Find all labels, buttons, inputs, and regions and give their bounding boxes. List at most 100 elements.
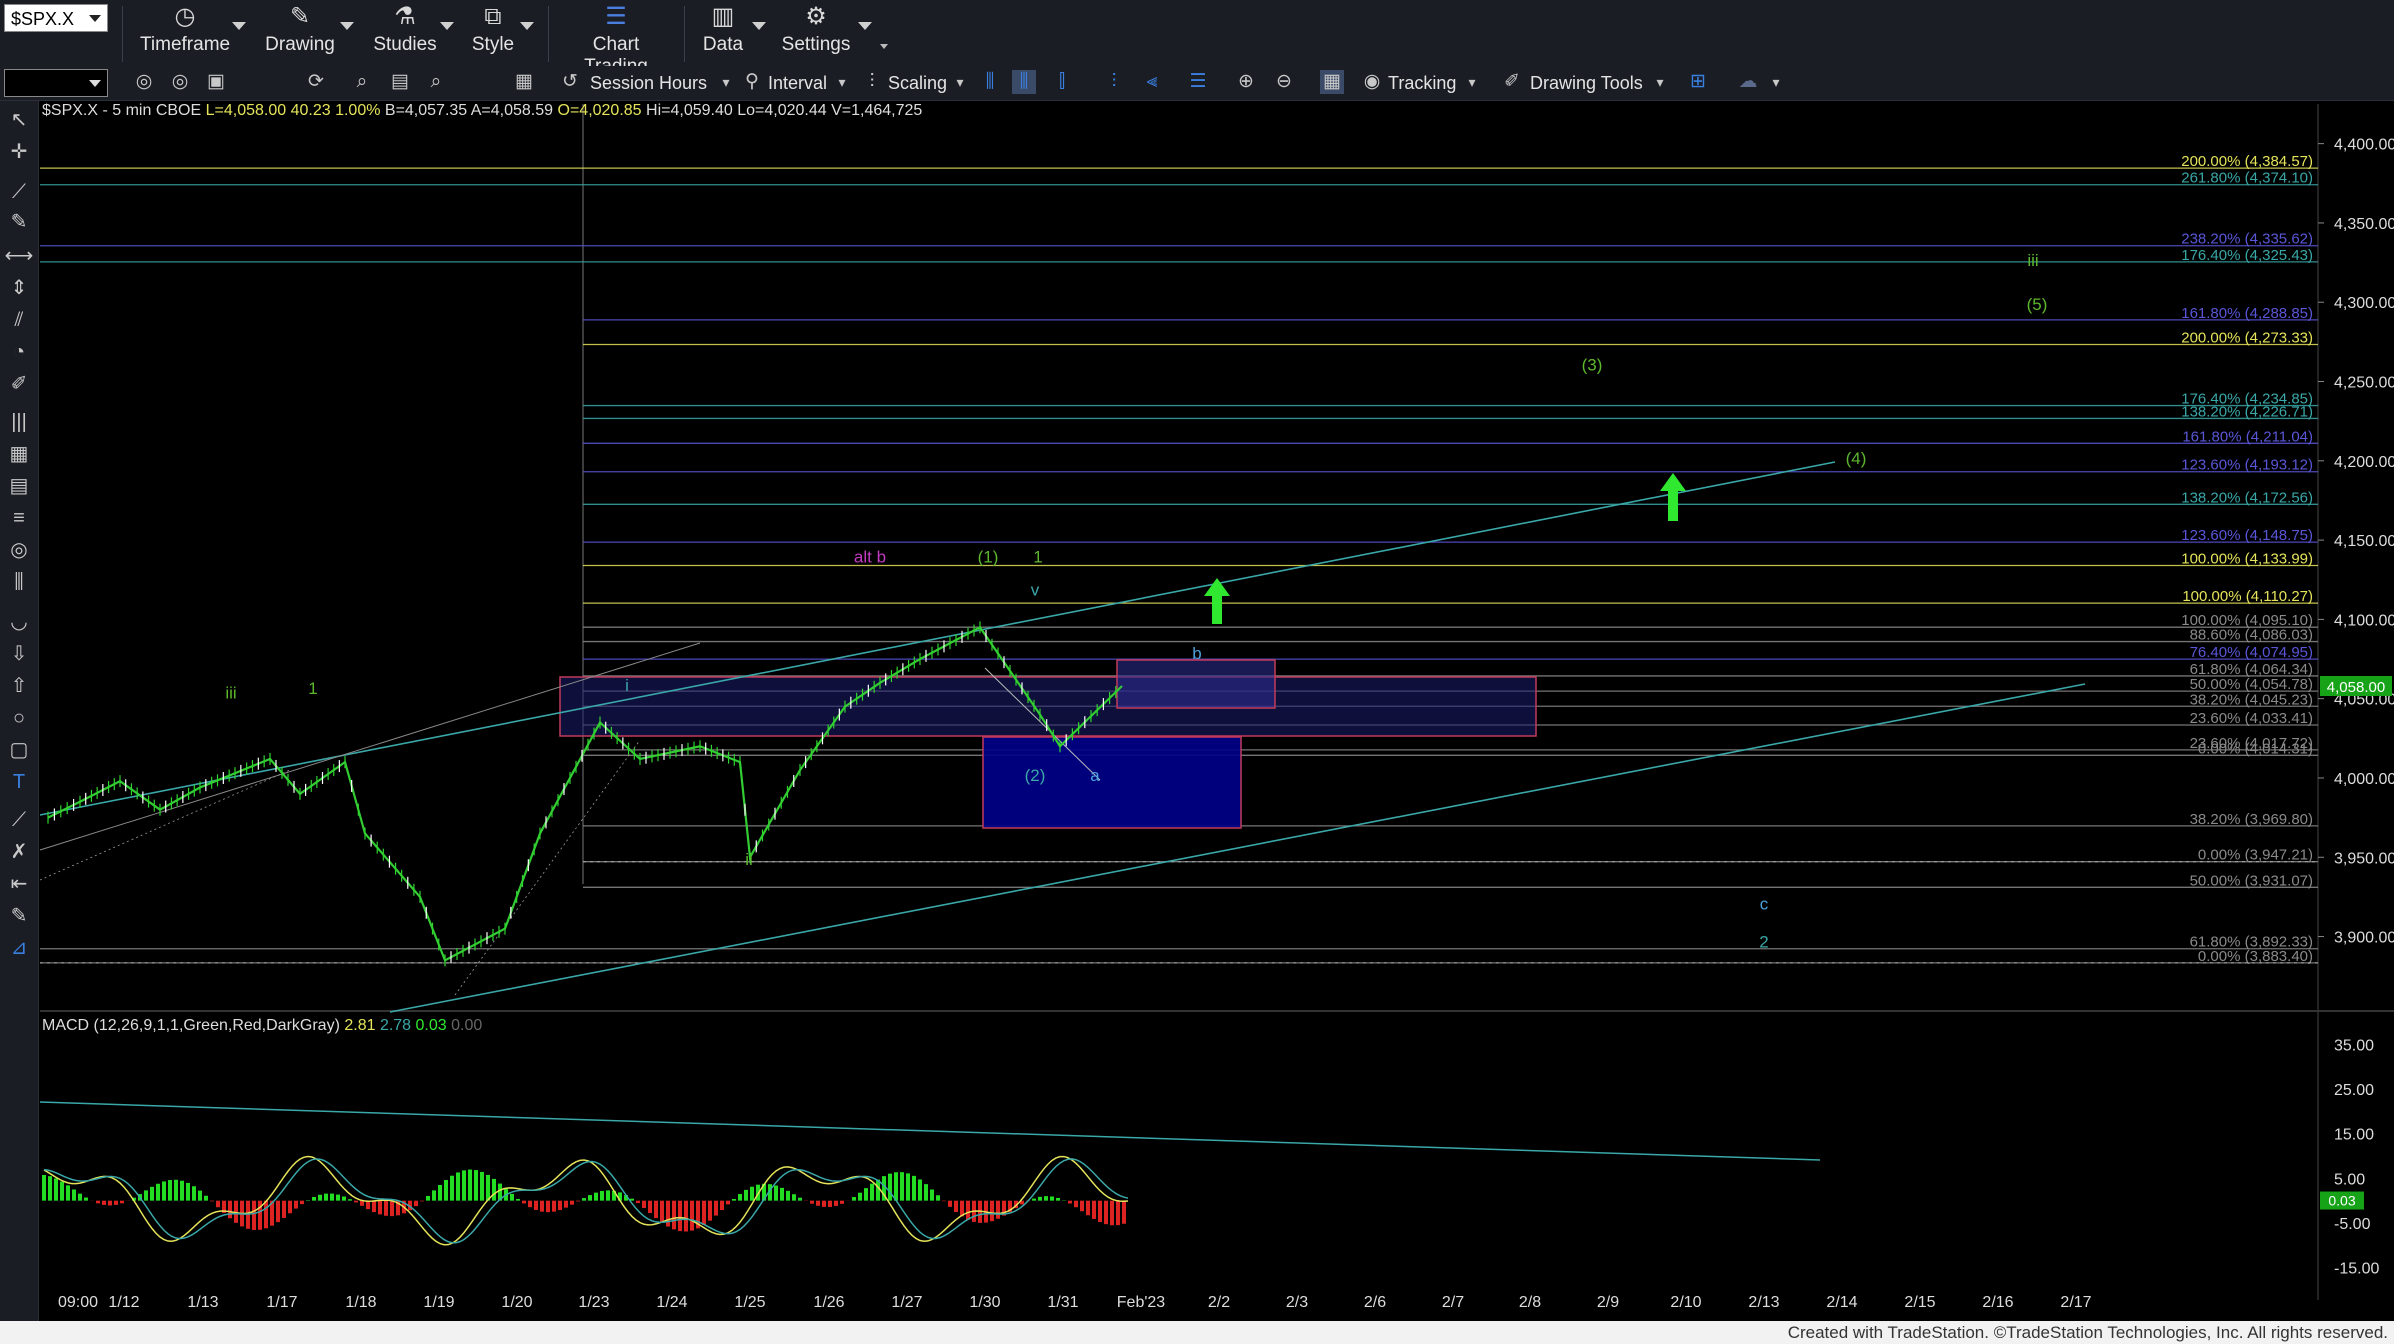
fib-level-label: 50.00% (3,931.07): [2190, 872, 2313, 889]
spiral-icon[interactable]: ◎: [4, 535, 34, 565]
drawing-tools-icon[interactable]: ✐: [1500, 70, 1524, 94]
window-icon[interactable]: ▣: [204, 70, 228, 94]
macd-tick-label: 5.00: [2334, 1171, 2365, 1188]
chevron-down-icon[interactable]: [858, 22, 872, 30]
fib-extension-icon[interactable]: ▦: [4, 439, 34, 469]
wave-label: (3): [1582, 355, 1603, 374]
wave-label: 2: [1759, 933, 1768, 952]
fib-level-label: 76.40% (4,074.95): [2190, 644, 2313, 661]
grid-toggle-icon[interactable]: ▦: [1320, 70, 1344, 94]
more-caret-icon[interactable]: [880, 44, 888, 49]
zoom-out-icon[interactable]: ⊖: [1272, 70, 1296, 94]
chevron-down-icon[interactable]: [232, 22, 246, 30]
search-icon[interactable]: ⌕: [424, 70, 448, 94]
arc-icon[interactable]: ◡: [4, 607, 34, 637]
style-button[interactable]: ⧉ Style: [468, 2, 518, 62]
layout-icon[interactable]: ☰: [1186, 70, 1210, 94]
vertical-line-icon[interactable]: ⇕: [4, 273, 34, 303]
drawing-button[interactable]: ✎ Drawing: [262, 2, 338, 62]
price-chart[interactable]: 200.00% (4,384.57)261.80% (4,374.10)238.…: [0, 0, 2394, 1321]
fib-level-label: 88.60% (4,086.03): [2190, 627, 2313, 644]
arrow-down-icon[interactable]: ⇩: [4, 639, 34, 669]
interval-icon[interactable]: ⚲: [740, 70, 764, 94]
ruler-icon[interactable]: ⟋: [4, 805, 34, 835]
tracking-icon[interactable]: ◉: [1360, 70, 1384, 94]
chevron-down-icon[interactable]: ▾: [948, 70, 972, 94]
chevron-down-icon[interactable]: ▾: [1460, 70, 1484, 94]
crosshair-icon[interactable]: ✛: [4, 137, 34, 167]
macd-signal-line: [43, 1158, 1129, 1244]
save-icon[interactable]: ▤: [388, 70, 412, 94]
zoom-bars-icon[interactable]: ⫶: [1102, 70, 1126, 94]
wave-label: (4): [1846, 449, 1867, 468]
chevron-down-icon[interactable]: [752, 22, 766, 30]
x-tick-label: 2/6: [1364, 1294, 1386, 1311]
fib-icon[interactable]: ▤: [4, 471, 34, 501]
lock-icon[interactable]: ✎: [4, 901, 34, 931]
time-zones-icon[interactable]: ⫼: [4, 567, 34, 597]
header-value: Lo=4,020.44: [737, 102, 831, 119]
rectangle-icon[interactable]: ▢: [4, 735, 34, 765]
gann-icon[interactable]: ◔: [4, 337, 34, 367]
studies-button[interactable]: ⚗ Studies: [370, 2, 440, 62]
x-tick-label: 2/15: [1904, 1294, 1935, 1311]
brush-icon[interactable]: ⟋: [4, 177, 34, 207]
x-tick-label: 1/30: [969, 1294, 1000, 1311]
ellipse-icon[interactable]: ○: [4, 703, 34, 733]
scaling-button[interactable]: Scaling: [888, 70, 947, 96]
settings-button[interactable]: ⚙ Settings: [780, 2, 852, 62]
chevron-down-icon[interactable]: [340, 22, 354, 30]
chevron-down-icon[interactable]: ▾: [1764, 70, 1788, 94]
find-icon[interactable]: ⌕: [350, 70, 374, 94]
x-tick-label: 2/3: [1286, 1294, 1308, 1311]
candlestick-icon[interactable]: ⫼: [1012, 70, 1036, 94]
fib-lines-icon[interactable]: ≡: [4, 503, 34, 533]
scaling-icon[interactable]: ⫶: [860, 70, 884, 94]
wave-label: (1): [978, 547, 999, 566]
chevron-down-icon[interactable]: ▾: [1648, 70, 1672, 94]
link-icon[interactable]: ◎: [132, 70, 156, 94]
chevron-down-icon[interactable]: ▾: [714, 70, 738, 94]
indicator-icon[interactable]: ⊿: [4, 933, 34, 963]
fit-bars-icon[interactable]: ⫷: [1140, 70, 1164, 94]
interval-input[interactable]: [4, 69, 108, 97]
session-hours-button[interactable]: Session Hours: [590, 70, 707, 96]
link-icon[interactable]: ◎: [168, 70, 192, 94]
bars-icon[interactable]: |||: [4, 407, 34, 437]
drawing-tools-button[interactable]: Drawing Tools: [1530, 70, 1643, 96]
tracking-button[interactable]: Tracking: [1388, 70, 1456, 96]
horizontal-line-icon[interactable]: ⟷: [4, 241, 34, 271]
interval-button[interactable]: Interval: [768, 70, 827, 96]
snap-icon[interactable]: ⇤: [4, 869, 34, 899]
symbol-selector[interactable]: $SPX.X: [4, 4, 108, 32]
add-chart-icon[interactable]: ⊞: [1686, 70, 1710, 94]
chevron-down-icon[interactable]: [520, 22, 534, 30]
chevron-down-icon[interactable]: [440, 22, 454, 30]
fib-level-label: 38.20% (4,045.23): [2190, 691, 2313, 708]
cursor-icon[interactable]: ↖: [4, 105, 34, 135]
text-icon[interactable]: T: [4, 767, 34, 797]
x-tick-label: 1/18: [345, 1294, 376, 1311]
y-tick-label: 3,950.00: [2334, 850, 2394, 867]
pen-icon[interactable]: ✎: [4, 207, 34, 237]
eraser-icon[interactable]: ✗: [4, 837, 34, 867]
header-value: O=4,020.85: [558, 102, 647, 119]
refresh-icon[interactable]: ⟳: [304, 70, 328, 94]
chart-trading-button[interactable]: ☰Chart Trading: [560, 2, 672, 78]
data-button[interactable]: ▥ Data: [700, 2, 746, 62]
session-icon[interactable]: ↺: [558, 70, 582, 94]
macd-value: 0.03: [416, 1017, 452, 1034]
arrow-up-icon[interactable]: ⇧: [4, 671, 34, 701]
grid-icon[interactable]: ▦: [512, 70, 536, 94]
cloud-icon[interactable]: ☁: [1736, 70, 1760, 94]
macd-value: MACD (12,26,9,1,1,Green,Red,DarkGray): [42, 1017, 344, 1034]
pencil-icon[interactable]: ✐: [4, 369, 34, 399]
channel-icon[interactable]: ⫽: [4, 305, 34, 335]
hollow-candle-icon[interactable]: ⫿: [1050, 70, 1074, 94]
x-tick-label: 09:00: [58, 1294, 98, 1311]
zoom-in-icon[interactable]: ⊕: [1234, 70, 1258, 94]
chevron-down-icon[interactable]: ▾: [830, 70, 854, 94]
header-value: 40.23: [291, 102, 335, 119]
bar-chart-icon[interactable]: ⫼: [978, 70, 1002, 94]
timeframe-button[interactable]: ◷ Timeframe: [140, 2, 230, 62]
